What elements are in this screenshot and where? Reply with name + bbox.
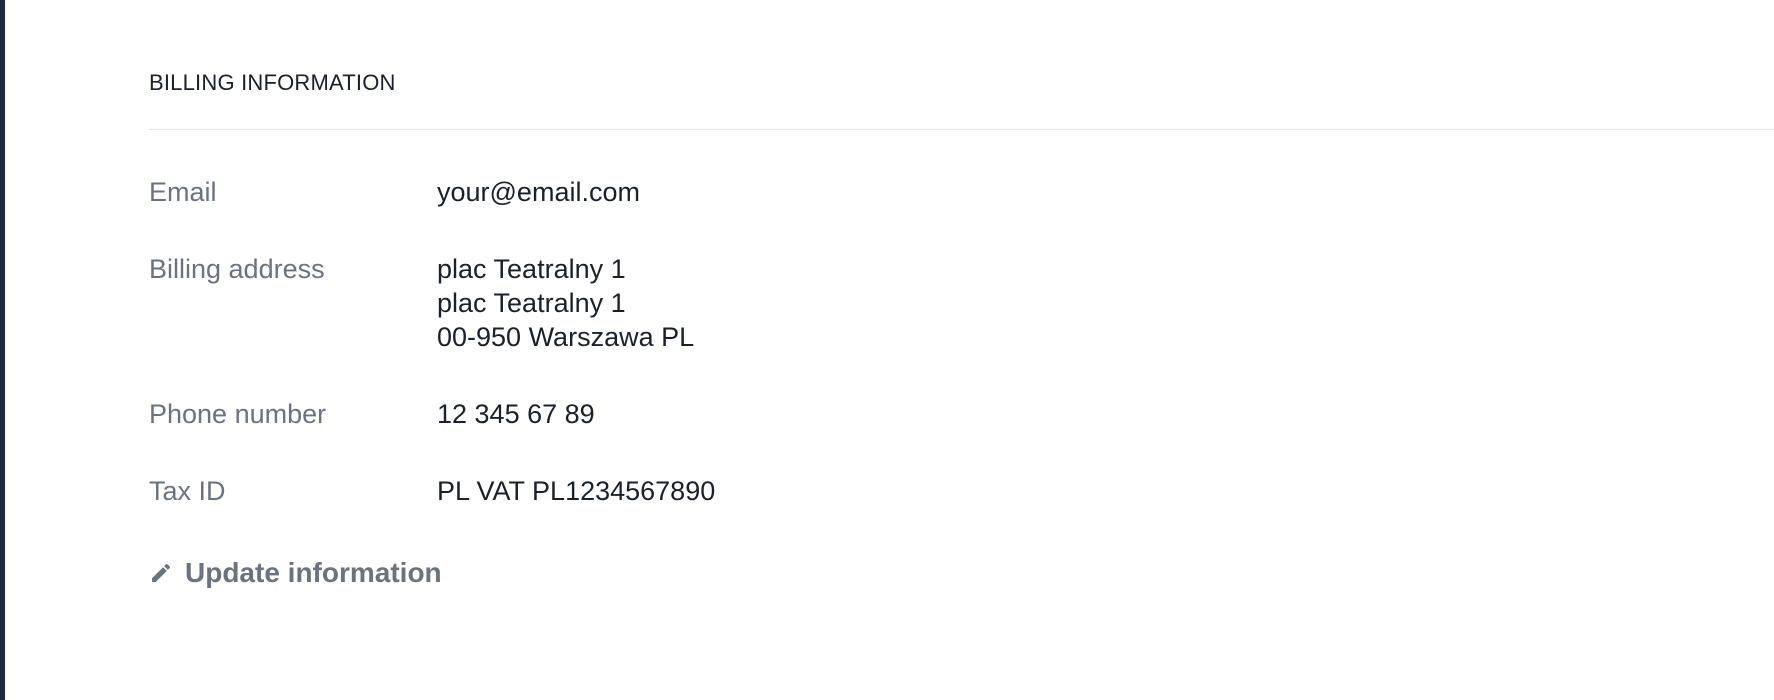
billing-address-value: plac Teatralny 1 plac Teatralny 1 00-950… (437, 252, 694, 354)
billing-information-section: BILLING INFORMATION Email your@email.com… (149, 0, 1774, 700)
billing-address-line-1: plac Teatralny 1 (437, 254, 626, 284)
update-information-button[interactable]: Update information (149, 556, 442, 590)
pencil-icon (149, 561, 173, 585)
phone-value: 12 345 67 89 (437, 399, 595, 429)
billing-address-line-2: plac Teatralny 1 (437, 288, 626, 318)
billing-address-label: Billing address (149, 254, 325, 284)
update-information-label: Update information (185, 557, 442, 588)
sidebar-edge (0, 0, 5, 700)
phone-label: Phone number (149, 399, 327, 429)
billing-address-line-3: 00-950 Warszawa PL (437, 322, 695, 352)
tax-id-value: PL VAT PL1234567890 (437, 476, 716, 506)
email-label: Email (149, 177, 217, 207)
email-value: your@email.com (437, 177, 640, 207)
section-divider (149, 129, 1774, 130)
section-title: BILLING INFORMATION (149, 70, 396, 95)
tax-id-label: Tax ID (149, 476, 226, 506)
